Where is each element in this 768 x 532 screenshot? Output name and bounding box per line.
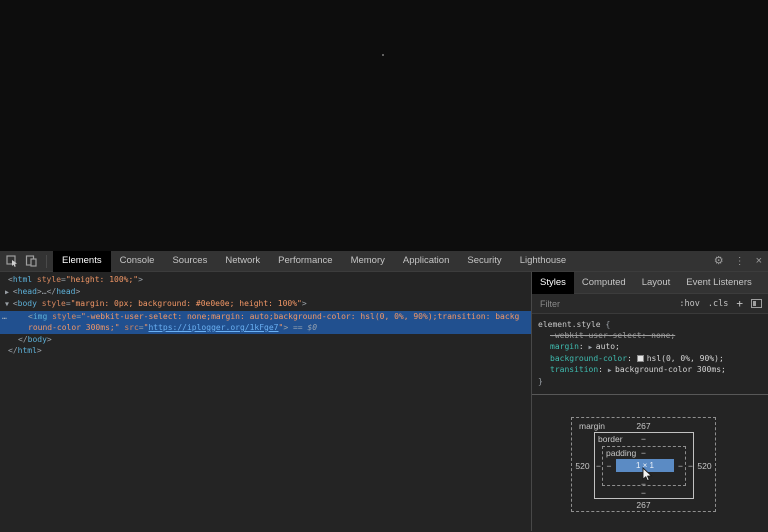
css-declaration[interactable]: margin: ▶ auto; xyxy=(538,341,762,353)
tab-elements[interactable]: Elements xyxy=(53,251,111,272)
tab-computed[interactable]: Computed xyxy=(574,272,634,294)
inspect-element-icon[interactable] xyxy=(6,255,18,267)
device-toolbar-icon[interactable] xyxy=(25,255,37,267)
color-swatch[interactable] xyxy=(637,355,644,362)
border-bottom-value[interactable]: − xyxy=(571,488,716,498)
toolbar-left-icons xyxy=(0,255,53,268)
more-options-icon[interactable]: ⋮ xyxy=(735,251,745,272)
margin-right-value[interactable]: 520 xyxy=(693,461,716,471)
sidebar-layout-toggle-icon[interactable] xyxy=(751,299,762,308)
dom-tree-row[interactable]: </html> xyxy=(0,345,531,357)
margin-bottom-value[interactable]: 267 xyxy=(571,500,716,510)
settings-icon[interactable]: ⚙ xyxy=(714,251,724,272)
toolbar-divider xyxy=(46,255,47,268)
dom-tree-row[interactable]: <html style="height: 100%;"> xyxy=(0,274,531,286)
padding-top-value[interactable]: − xyxy=(571,448,716,458)
styles-filter-row: :hov .cls + xyxy=(532,294,768,314)
css-declaration[interactable]: background-color: hsl(0, 0%, 90%); xyxy=(538,353,762,364)
dom-tree-row[interactable]: round-color 300ms;" src="https://iplogge… xyxy=(0,322,531,334)
tab-memory[interactable]: Memory xyxy=(342,251,394,272)
rule-declarations: -webkit-user-select: none;margin: ▶ auto… xyxy=(538,330,762,376)
devtools-toolbar: ElementsConsoleSourcesNetworkPerformance… xyxy=(0,251,768,272)
tab-lighthouse[interactable]: Lighthouse xyxy=(511,251,575,272)
element-style-rule: element.style { -webkit-user-select: non… xyxy=(532,314,768,389)
tab-sources[interactable]: Sources xyxy=(163,251,216,272)
css-declaration[interactable]: transition: ▶ background-color 300ms; xyxy=(538,364,762,376)
expand-value-icon[interactable]: ▶ xyxy=(608,367,615,374)
tab-application[interactable]: Application xyxy=(394,251,458,272)
new-style-rule-icon[interactable]: + xyxy=(736,297,743,310)
dom-tree: <html style="height: 100%;">▶ <head>…</h… xyxy=(0,274,531,357)
pseudo-state-toggle[interactable]: :hov xyxy=(679,299,699,309)
page-viewport xyxy=(0,0,768,251)
tab-layout[interactable]: Layout xyxy=(634,272,679,294)
padding-left-value[interactable]: − xyxy=(602,461,616,471)
elements-panel: <html style="height: 100%;">▶ <head>…</h… xyxy=(0,272,531,531)
margin-top-value[interactable]: 267 xyxy=(571,421,716,431)
toolbar-right-icons: ⚙ ⋮ × xyxy=(714,251,762,272)
dom-tree-row[interactable]: </body> xyxy=(0,334,531,346)
devtools-tabs: ElementsConsoleSourcesNetworkPerformance… xyxy=(53,251,575,272)
close-icon[interactable]: × xyxy=(756,251,762,272)
element-classes-toggle[interactable]: .cls xyxy=(708,299,728,309)
rule-selector-line[interactable]: element.style { xyxy=(538,319,762,330)
styles-sidebar: StylesComputedLayoutEvent Listeners» :ho… xyxy=(531,272,768,531)
mouse-cursor-icon xyxy=(641,467,654,484)
rendered-image-dot xyxy=(382,54,384,56)
tab-security[interactable]: Security xyxy=(458,251,510,272)
border-top-value[interactable]: − xyxy=(571,434,716,444)
sidebar-section-divider xyxy=(532,394,768,395)
rule-close-brace: } xyxy=(538,376,762,387)
filter-actions: :hov .cls + xyxy=(679,297,762,310)
dom-tree-row[interactable]: ▼ <body style="margin: 0px; background: … xyxy=(0,298,531,311)
devtools-panel: ElementsConsoleSourcesNetworkPerformance… xyxy=(0,251,768,532)
expand-value-icon[interactable]: ▶ xyxy=(589,344,596,351)
sidebar-tabs: StylesComputedLayoutEvent Listeners» xyxy=(532,272,768,294)
tab-network[interactable]: Network xyxy=(216,251,269,272)
styles-filter-input[interactable] xyxy=(538,298,679,310)
dom-tree-row[interactable]: …<img style="-webkit-user-select: none;m… xyxy=(0,311,531,323)
margin-left-value[interactable]: 520 xyxy=(571,461,594,471)
css-declaration[interactable]: -webkit-user-select: none; xyxy=(538,330,762,341)
tab-performance[interactable]: Performance xyxy=(269,251,341,272)
box-model-diagram: 1 × 1 margin border padding 267 − − − − … xyxy=(571,417,716,513)
tab--[interactable]: » xyxy=(760,272,768,294)
tab-event-listeners[interactable]: Event Listeners xyxy=(678,272,759,294)
tab-console[interactable]: Console xyxy=(111,251,164,272)
more-actions-icon[interactable]: … xyxy=(2,311,8,323)
dom-tree-row[interactable]: ▶ <head>…</head> xyxy=(0,286,531,299)
tab-styles[interactable]: Styles xyxy=(532,272,574,294)
